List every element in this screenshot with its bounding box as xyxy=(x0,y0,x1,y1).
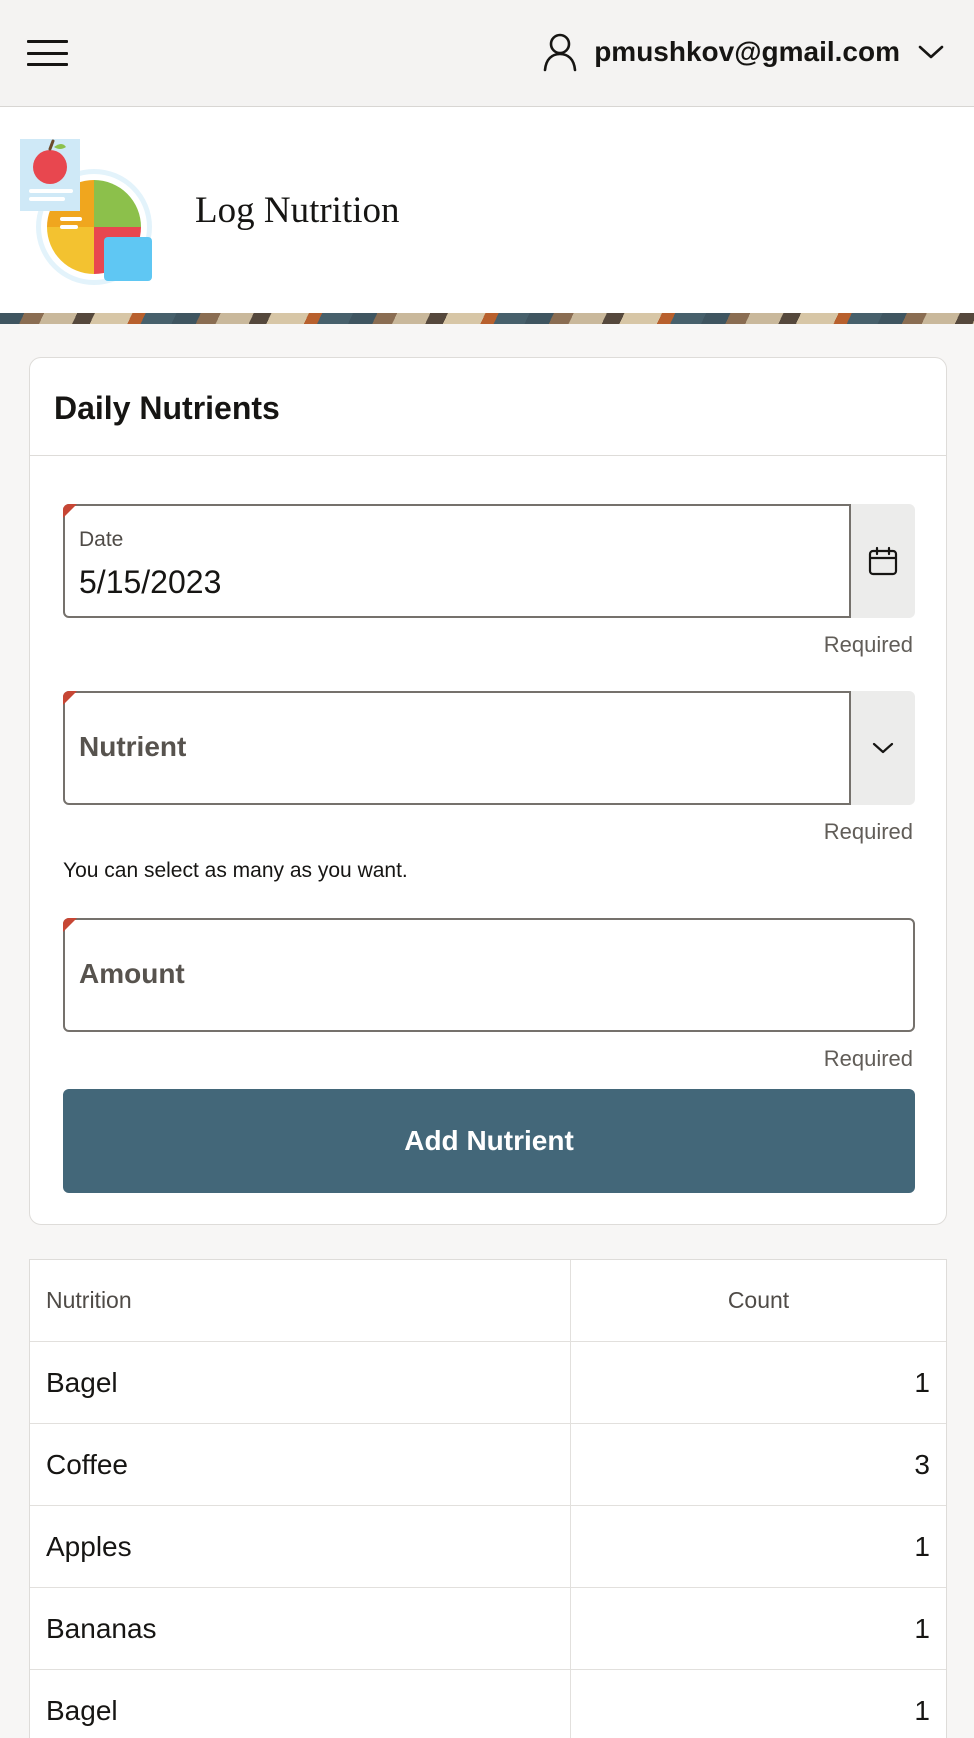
cell-count: 3 xyxy=(570,1424,946,1506)
decorative-banner-strip xyxy=(0,313,974,324)
cell-count: 1 xyxy=(570,1588,946,1670)
cell-nutrition: Coffee xyxy=(46,1449,128,1480)
user-email: pmushkov@gmail.com xyxy=(594,36,900,67)
date-required-text: Required xyxy=(823,632,913,657)
card-divider xyxy=(30,455,946,456)
cell-nutrition: Bagel xyxy=(46,1695,118,1726)
required-flag xyxy=(63,504,77,518)
cell-nutrition: Bananas xyxy=(46,1613,157,1644)
daily-nutrients-card: Daily Nutrients Date 5/15/2023 Required … xyxy=(29,357,947,1225)
cell-nutrition: Apples xyxy=(46,1531,132,1562)
hamburger-menu-icon[interactable] xyxy=(27,40,68,66)
user-menu[interactable]: pmushkov@gmail.com xyxy=(542,30,944,74)
page-title: Log Nutrition xyxy=(195,190,400,231)
date-field[interactable]: Date 5/15/2023 xyxy=(63,504,851,618)
card-title: Daily Nutrients xyxy=(54,390,280,426)
amount-required-text: Required xyxy=(823,1046,913,1071)
page-banner: Log Nutrition xyxy=(0,107,974,313)
chevron-down-icon xyxy=(872,742,894,754)
nutrition-table: Nutrition Count Bagel 1 Coffee 3 Apples … xyxy=(29,1259,947,1738)
top-bar: pmushkov@gmail.com xyxy=(0,0,974,107)
calendar-icon xyxy=(868,546,898,576)
amount-field[interactable]: Amount xyxy=(63,918,915,1032)
date-value: 5/15/2023 xyxy=(79,564,222,600)
cell-count: 1 xyxy=(570,1670,946,1738)
user-icon xyxy=(543,33,577,72)
required-flag xyxy=(63,918,77,932)
nutrient-placeholder: Nutrient xyxy=(79,731,187,762)
table-row[interactable]: Coffee 3 xyxy=(30,1424,946,1506)
cell-count: 1 xyxy=(570,1506,946,1588)
column-header-count[interactable]: Count xyxy=(570,1260,946,1342)
calendar-button[interactable] xyxy=(851,504,915,618)
date-label: Date xyxy=(79,528,124,551)
column-header-nutrition[interactable]: Nutrition xyxy=(30,1260,570,1342)
table-row[interactable]: Bagel 1 xyxy=(30,1342,946,1424)
cell-count: 1 xyxy=(570,1342,946,1424)
nutrient-select[interactable]: Nutrient xyxy=(63,691,851,805)
table-row[interactable]: Bagel 1 xyxy=(30,1670,946,1738)
table-row[interactable]: Bananas 1 xyxy=(30,1588,946,1670)
table-row[interactable]: Apples 1 xyxy=(30,1506,946,1588)
nutrient-required-text: Required xyxy=(823,819,913,844)
required-flag xyxy=(63,691,77,705)
chevron-down-icon xyxy=(918,45,944,59)
nutrient-dropdown-button[interactable] xyxy=(851,691,915,805)
nutrient-help-text: You can select as many as you want. xyxy=(63,859,408,882)
amount-placeholder: Amount xyxy=(79,958,185,989)
nutrition-logo xyxy=(20,139,152,285)
cell-nutrition: Bagel xyxy=(46,1367,118,1398)
add-nutrient-button[interactable]: Add Nutrient xyxy=(63,1089,915,1193)
